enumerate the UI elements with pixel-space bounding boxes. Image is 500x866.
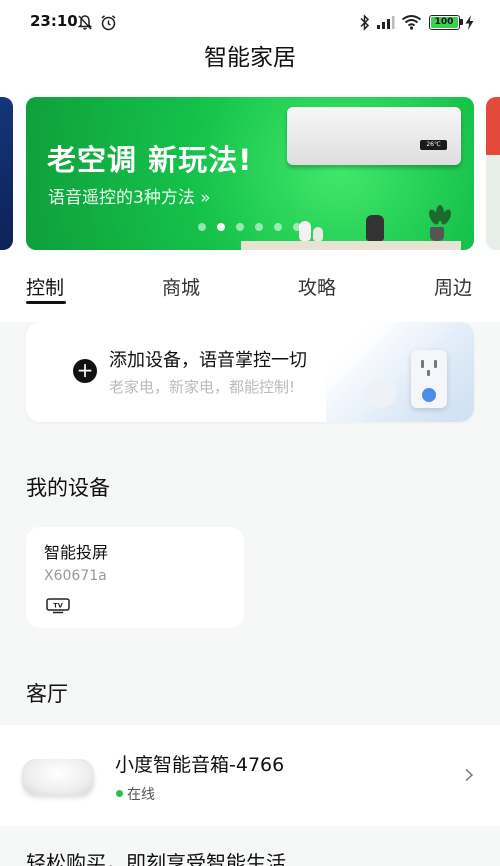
online-status-dot	[116, 790, 123, 797]
room-device-name: 小度智能音箱-4766	[115, 754, 285, 776]
carousel-dot[interactable]	[255, 223, 263, 231]
smart-speaker-image	[22, 759, 94, 795]
add-device-subtitle: 老家电，新家电，都能控制!	[109, 378, 296, 396]
bluetooth-icon	[357, 12, 371, 32]
status-time: 23:10	[30, 12, 78, 30]
add-device-plus-icon[interactable]: +	[73, 359, 97, 383]
card-background-graphic	[326, 322, 474, 422]
ac-display: 26℃	[420, 140, 447, 150]
carousel-dot[interactable]	[236, 223, 244, 231]
tab-guides[interactable]: 攻略	[298, 273, 336, 300]
device-card[interactable]: 智能投屏 X60671a TV	[26, 527, 244, 628]
tab-bar: 控制 商城 攻略 周边	[0, 270, 500, 310]
living-room-heading: 客厅	[26, 682, 68, 706]
vase-image	[313, 227, 323, 241]
tv-icon: TV	[46, 598, 70, 614]
chevron-right-icon[interactable]	[462, 768, 476, 782]
add-device-title: 添加设备，语音掌控一切	[109, 350, 307, 371]
tab-active-underline	[26, 301, 66, 304]
carousel-dot-active[interactable]	[217, 223, 225, 231]
alarm-icon	[99, 12, 117, 32]
online-status-text: 在线	[127, 787, 155, 803]
decor-bubble	[366, 378, 396, 408]
battery-level: 100	[430, 16, 458, 28]
device-name: 智能投屏	[44, 543, 109, 562]
device-id: X60671a	[44, 568, 107, 584]
carousel-indicator	[198, 223, 301, 231]
banner-next-peek[interactable]	[486, 97, 500, 250]
speaker-image	[366, 215, 384, 241]
air-conditioner-image: 26℃	[287, 107, 461, 165]
signal-icon	[375, 12, 395, 32]
add-device-card[interactable]: + 添加设备，语音掌控一切 老家电，新家电，都能控制!	[26, 322, 474, 422]
tab-mall[interactable]: 商城	[162, 273, 200, 300]
carousel-dot[interactable]	[274, 223, 282, 231]
svg-text:TV: TV	[53, 602, 62, 610]
banner-subline[interactable]: 语音遥控的3种方法 »	[48, 183, 211, 208]
carousel-dot[interactable]	[198, 223, 206, 231]
banner-headline: 老空调 新玩法!	[47, 143, 253, 177]
room-device-row[interactable]: 小度智能音箱-4766 在线	[0, 725, 500, 826]
page-title: 智能家居	[204, 45, 296, 71]
my-devices-heading: 我的设备	[26, 476, 110, 500]
shelf-graphic	[241, 241, 461, 250]
plant-image	[430, 227, 444, 241]
wifi-icon	[400, 12, 422, 32]
buy-section-heading: 轻松购买，即刻享受智能生活	[26, 851, 286, 866]
banner-prev-peek[interactable]	[0, 97, 13, 250]
bell-off-icon	[76, 12, 94, 32]
tab-accessories[interactable]: 周边	[434, 273, 472, 300]
promo-banner[interactable]: 26℃ 老空调 新玩法! 语音遥控的3种方法 »	[26, 97, 474, 250]
tab-control[interactable]: 控制	[26, 273, 64, 300]
plug-button	[422, 388, 436, 402]
smart-plug-image	[411, 350, 447, 408]
charging-icon	[463, 12, 475, 32]
battery-icon: 100	[427, 12, 463, 32]
carousel-dot[interactable]	[293, 223, 301, 231]
